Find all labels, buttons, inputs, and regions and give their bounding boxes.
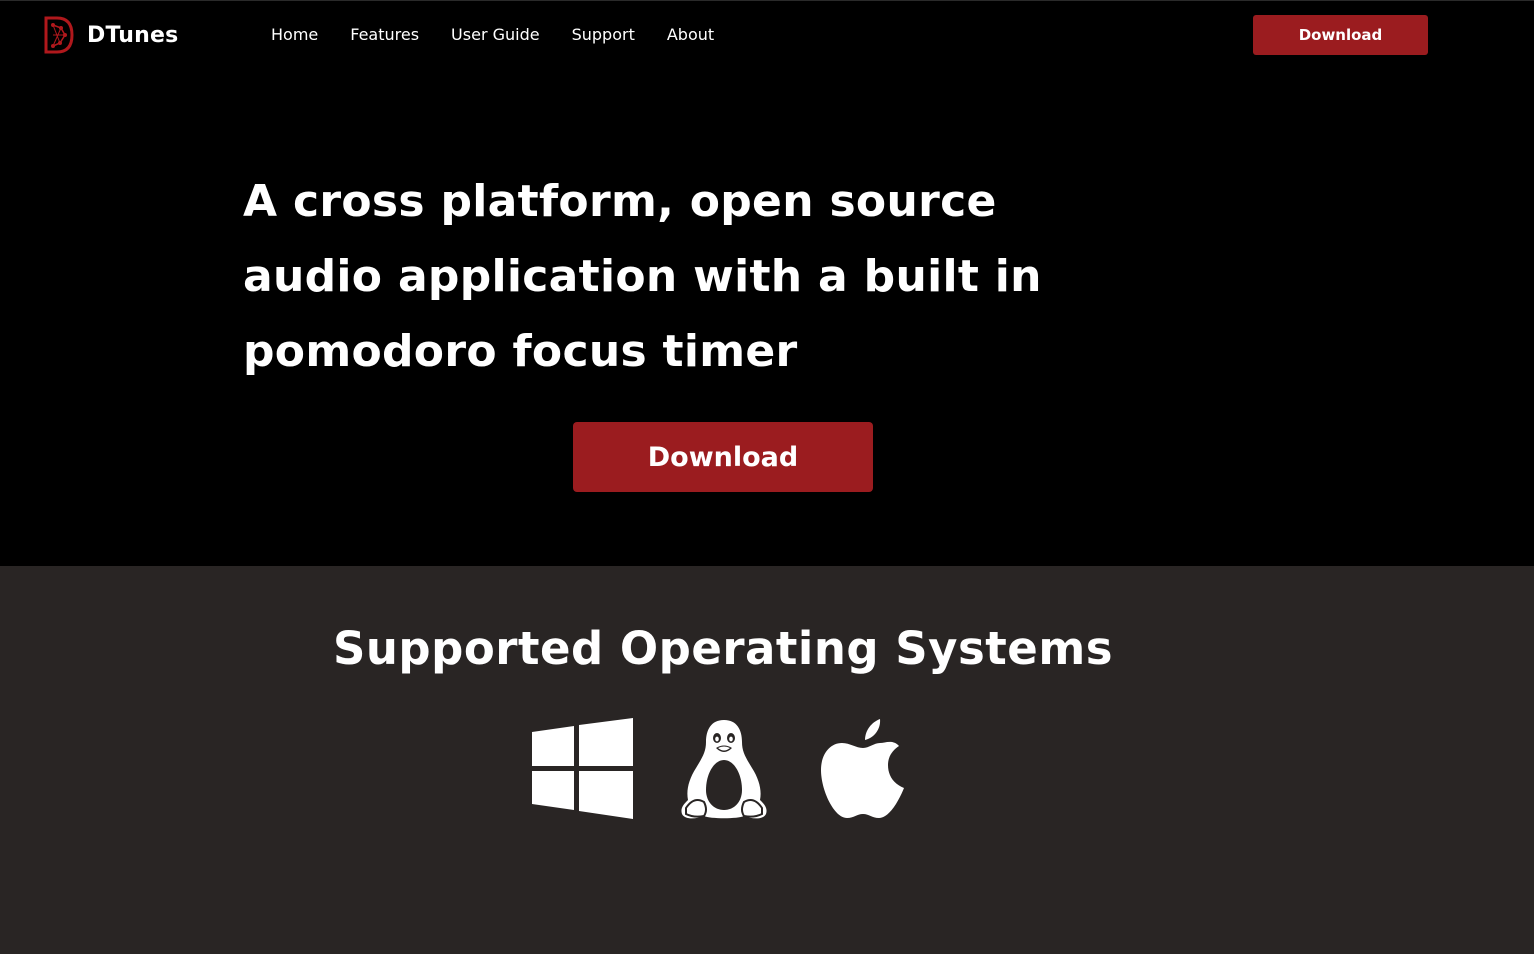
supported-os-section: Supported Operating Systems	[0, 566, 1534, 954]
header-download-button[interactable]: Download	[1253, 15, 1428, 55]
nav-link-features[interactable]: Features	[334, 1, 435, 69]
os-icons-row	[530, 718, 910, 822]
nav-link-support[interactable]: Support	[556, 1, 651, 69]
supported-os-title: Supported Operating Systems	[332, 622, 1114, 675]
main-nav: Home Features User Guide Support About	[255, 1, 730, 69]
hero-section: A cross platform, open source audio appl…	[0, 68, 1534, 566]
nav-link-home[interactable]: Home	[255, 1, 334, 69]
windows-logo-icon	[532, 718, 633, 819]
apple-logo-icon	[821, 719, 904, 818]
hero-download-button[interactable]: Download	[573, 422, 873, 492]
nav-link-about[interactable]: About	[651, 1, 730, 69]
brand-name: DTunes	[87, 22, 179, 48]
linux-tux-icon	[681, 720, 767, 819]
dtunes-logo-icon	[44, 16, 74, 54]
hero-title: A cross platform, open source audio appl…	[243, 176, 1042, 377]
brand-home-link[interactable]: DTunes	[43, 15, 178, 55]
nav-link-user-guide[interactable]: User Guide	[435, 1, 556, 69]
top-navigation-bar: DTunes Home Features User Guide Support …	[0, 0, 1534, 68]
